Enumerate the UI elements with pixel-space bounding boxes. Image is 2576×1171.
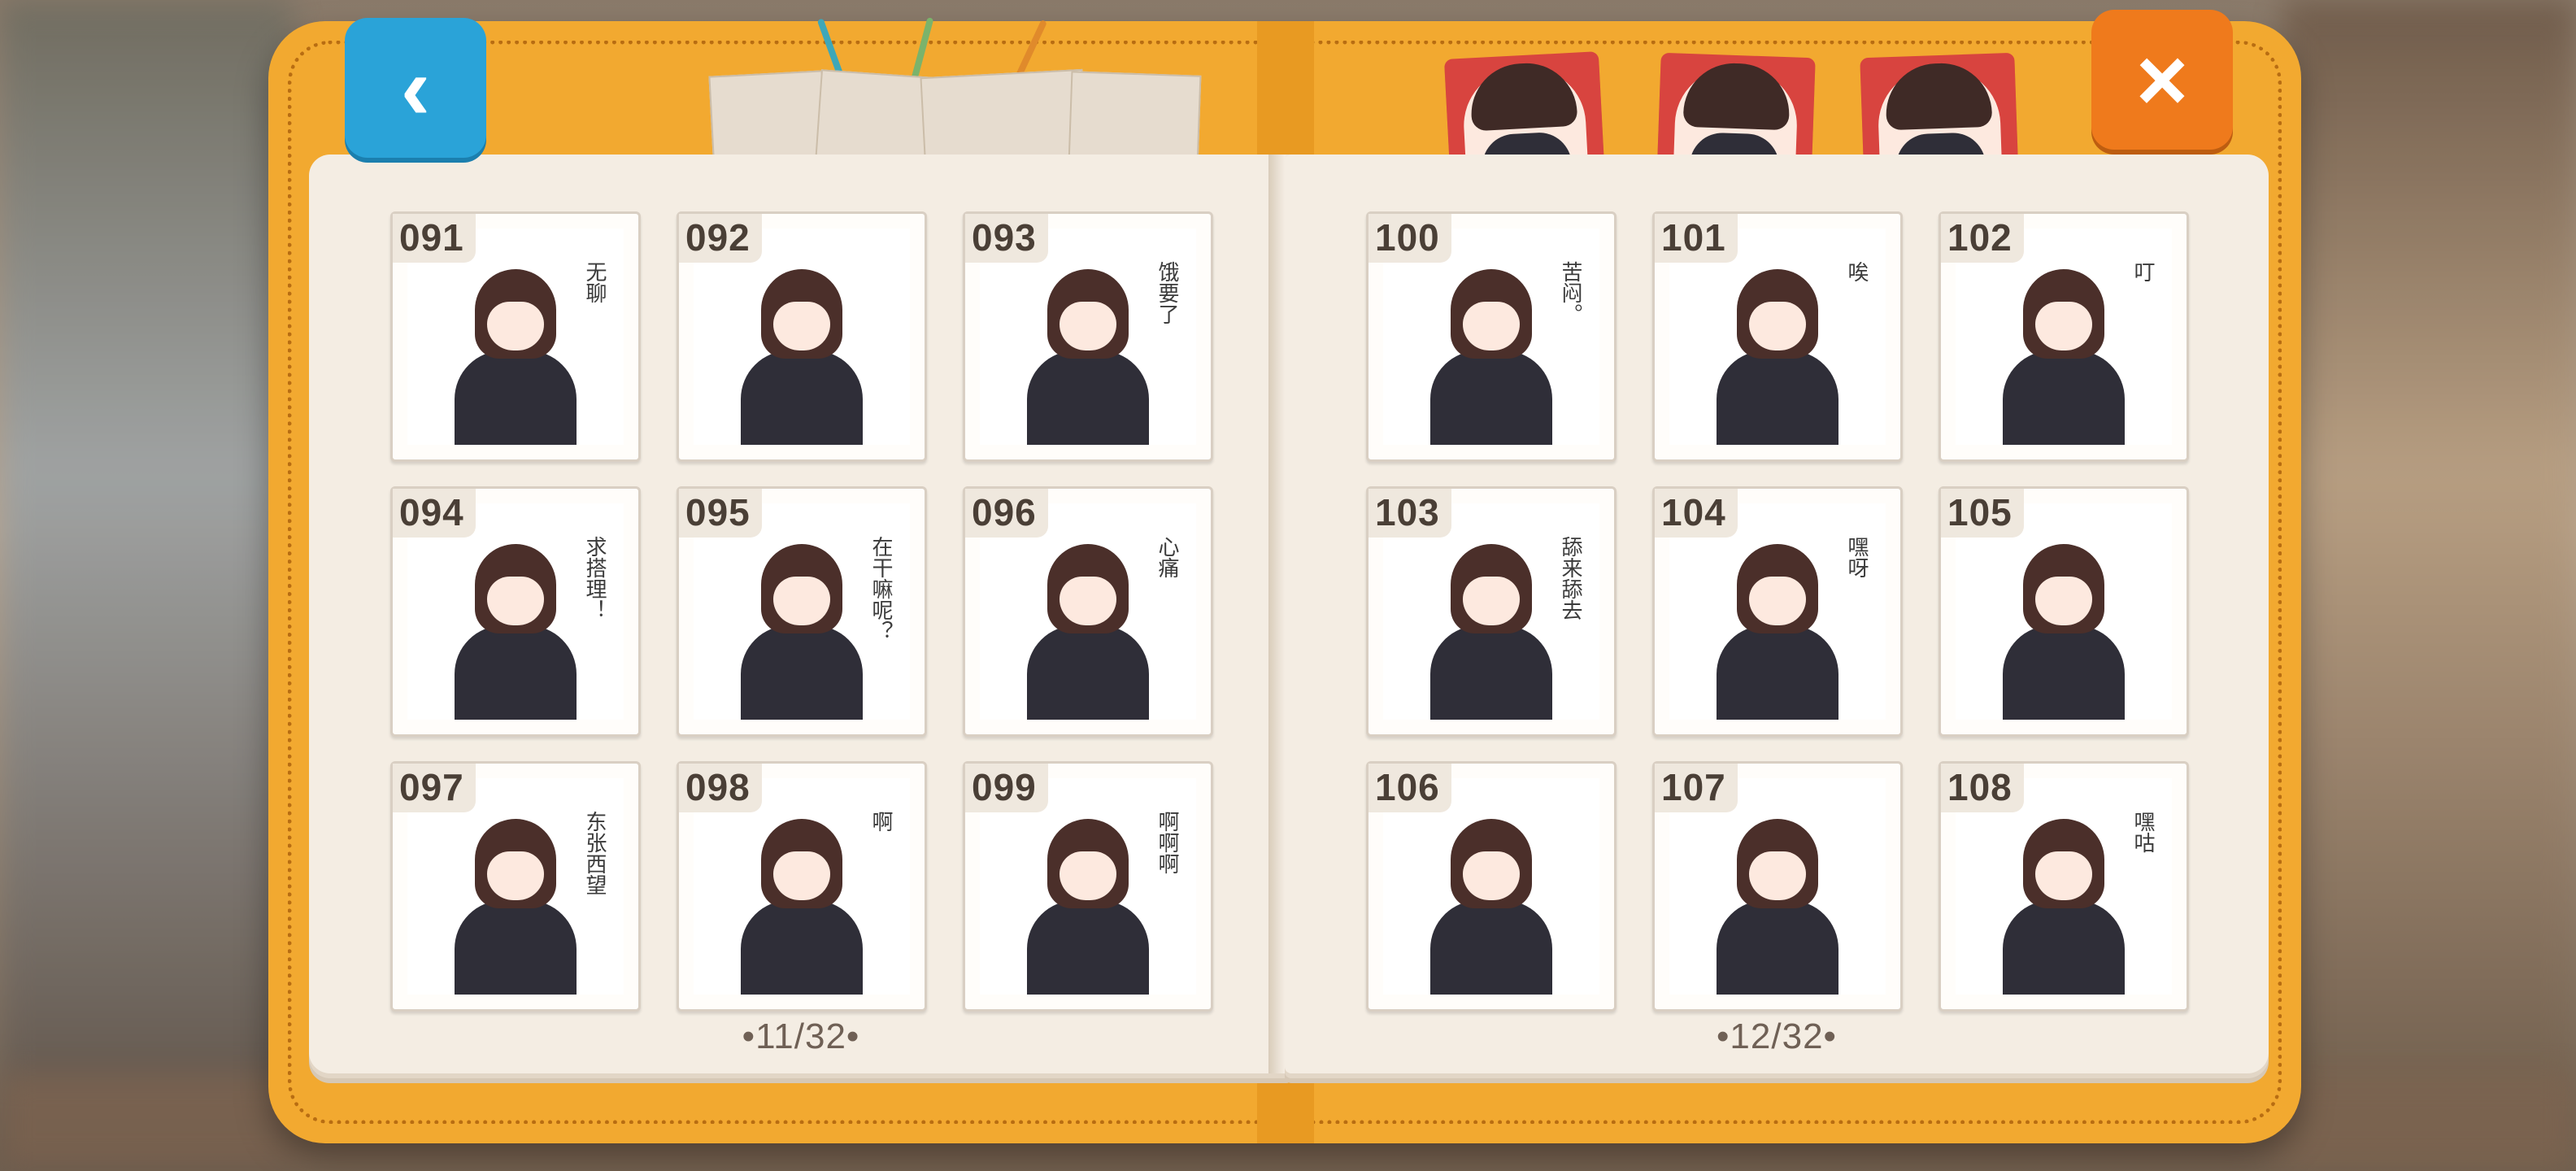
- sticker-character: [1023, 536, 1153, 720]
- back-button[interactable]: ‹: [345, 18, 486, 158]
- sticker-character: [1023, 261, 1153, 445]
- sticker-caption: 叮: [2131, 261, 2156, 282]
- sticker-number: 093: [965, 214, 1048, 263]
- sticker-number: 091: [393, 214, 476, 263]
- sticker-card[interactable]: 091 无聊: [390, 211, 641, 462]
- close-icon: ×: [2135, 29, 2189, 130]
- sticker-character: [1712, 536, 1843, 720]
- sticker-number: 107: [1655, 764, 1738, 812]
- sticker-number: 092: [679, 214, 762, 263]
- sticker-card[interactable]: 094 求搭理！: [390, 486, 641, 737]
- sticker-character: [1999, 536, 2129, 720]
- sticker-card[interactable]: 105: [1939, 486, 2189, 737]
- sticker-caption: 嘿咕: [2131, 811, 2156, 853]
- sticker-caption: 舔来舔去: [1559, 536, 1583, 620]
- sticker-character: [737, 811, 867, 995]
- sticker-character: [1712, 811, 1843, 995]
- sticker-number: 108: [1941, 764, 2024, 812]
- right-page: 100 苦闷。 101 唉 102 叮 103 舔来舔去 104 嘿呀 105 106 107 108 嘿咕…: [1285, 155, 2269, 1073]
- sticker-number: 096: [965, 489, 1048, 538]
- sticker-card[interactable]: 107: [1652, 761, 1903, 1012]
- sticker-card[interactable]: 097 东张西望: [390, 761, 641, 1012]
- sticker-number: 099: [965, 764, 1048, 812]
- sticker-card[interactable]: 101 唉: [1652, 211, 1903, 462]
- sticker-character: [1999, 811, 2129, 995]
- sticker-character: [1999, 261, 2129, 445]
- sticker-caption: 无聊: [583, 261, 607, 303]
- sticker-character: [1426, 811, 1556, 995]
- sticker-character: [450, 536, 581, 720]
- sticker-number: 105: [1941, 489, 2024, 538]
- sticker-number: 095: [679, 489, 762, 538]
- sticker-card[interactable]: 092: [677, 211, 927, 462]
- sticker-caption: 苦闷。: [1559, 261, 1583, 324]
- sticker-card[interactable]: 104 嘿呀: [1652, 486, 1903, 737]
- sticker-character: [737, 261, 867, 445]
- sticker-card[interactable]: 100 苦闷。: [1366, 211, 1617, 462]
- sticker-card[interactable]: 099 啊啊啊: [963, 761, 1213, 1012]
- sticker-card[interactable]: 102 叮: [1939, 211, 2189, 462]
- sticker-character: [1712, 261, 1843, 445]
- sticker-number: 097: [393, 764, 476, 812]
- sticker-caption: 求搭理！: [583, 536, 607, 620]
- sticker-card[interactable]: 103 舔来舔去: [1366, 486, 1617, 737]
- sticker-caption: 在干嘛呢？: [869, 536, 894, 642]
- sticker-caption: 饿要了: [1155, 261, 1180, 324]
- sticker-caption: 心痛: [1155, 536, 1180, 578]
- sticker-character: [1426, 536, 1556, 720]
- sticker-grid-right: 100 苦闷。 101 唉 102 叮 103 舔来舔去 104 嘿呀 105 106 107 108 嘿咕: [1366, 211, 2189, 1012]
- sticker-number: 103: [1368, 489, 1451, 538]
- close-button[interactable]: ×: [2091, 10, 2233, 150]
- sticker-number: 101: [1655, 214, 1738, 263]
- sticker-number: 100: [1368, 214, 1451, 263]
- chevron-left-icon: ‹: [400, 37, 431, 138]
- sticker-number: 104: [1655, 489, 1738, 538]
- page-indicator-right: •12/32•: [1717, 1016, 1837, 1056]
- sticker-character: [1426, 261, 1556, 445]
- sticker-number: 106: [1368, 764, 1451, 812]
- sticker-card[interactable]: 108 嘿咕: [1939, 761, 2189, 1012]
- sticker-caption: 唉: [1845, 261, 1869, 282]
- left-page: 091 无聊 092 093 饿要了 094 求搭理！ 095 在干嘛呢？ 096 心痛 097 东张西…: [309, 155, 1293, 1073]
- sticker-caption: 啊: [869, 811, 894, 832]
- sticker-caption: 嘿呀: [1845, 536, 1869, 578]
- sticker-number: 094: [393, 489, 476, 538]
- sticker-caption: 啊啊啊: [1155, 811, 1180, 874]
- sticker-card[interactable]: 093 饿要了: [963, 211, 1213, 462]
- background-left: [0, 0, 293, 1171]
- sticker-card[interactable]: 096 心痛: [963, 486, 1213, 737]
- page-indicator-left: •11/32•: [742, 1016, 860, 1056]
- sticker-character: [450, 811, 581, 995]
- sticker-card[interactable]: 098 啊: [677, 761, 927, 1012]
- sticker-number: 098: [679, 764, 762, 812]
- sticker-character: [450, 261, 581, 445]
- sticker-card[interactable]: 095 在干嘛呢？: [677, 486, 927, 737]
- sticker-grid-left: 091 无聊 092 093 饿要了 094 求搭理！ 095 在干嘛呢？ 096 心痛 097 东张西…: [390, 211, 1213, 1012]
- sticker-card[interactable]: 106: [1366, 761, 1617, 1012]
- sticker-number: 102: [1941, 214, 2024, 263]
- sticker-character: [1023, 811, 1153, 995]
- sticker-character: [737, 536, 867, 720]
- sticker-caption: 东张西望: [583, 811, 607, 895]
- background-right: [2283, 0, 2576, 1171]
